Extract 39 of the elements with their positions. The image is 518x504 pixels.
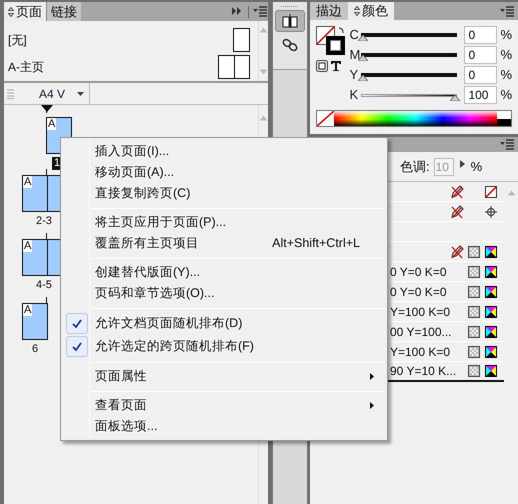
channel-label: C (349, 26, 360, 44)
panel-tab[interactable]: 页面 (4, 2, 46, 21)
panel-tab[interactable]: 描边 (310, 2, 348, 20)
value-field[interactable]: 0 (464, 66, 498, 84)
swatch-name: 0 Y=0 K=0 (390, 284, 446, 298)
menu-item[interactable]: 将主页应用于页面(P)... (61, 212, 387, 233)
page-size-dropdown[interactable]: A4 V (14, 83, 90, 104)
tint-label: 色调: (400, 158, 430, 176)
swatch-name: Y=100 K=0 (390, 344, 450, 358)
page-number: 2-3 (35, 215, 53, 228)
swatch-name: Y=100 K=0 (390, 304, 450, 318)
swatch-name: 0 Y=0 K=0 (390, 264, 446, 278)
page-thumbnail[interactable]: A (22, 303, 48, 340)
menu-shortcut: Alt+Shift+Ctrl+L (272, 235, 360, 252)
page-number: 6 (31, 343, 40, 356)
master-letter: A (23, 304, 32, 316)
value-field[interactable]: 0 (464, 46, 498, 64)
unit-label: % (500, 66, 512, 84)
master-item[interactable]: A-主页 (4, 53, 250, 80)
swatch-name: 90 Y=10 K... (390, 364, 456, 378)
unit-label: % (500, 86, 512, 104)
unit-label: % (470, 158, 482, 176)
value-field[interactable]: 100 (464, 86, 498, 104)
channel-label: Y (349, 66, 360, 84)
menu-item[interactable]: 面板选项... (61, 416, 387, 437)
unit-label: % (500, 46, 512, 64)
master-letter: A (23, 176, 32, 188)
channel-label: M (349, 46, 362, 64)
value-field[interactable]: 0 (464, 26, 498, 44)
menu-item[interactable]: 查看页面 (61, 395, 387, 416)
page-number: 4-5 (35, 279, 53, 292)
master-item[interactable]: [无] (4, 26, 250, 53)
channel-label: K (349, 86, 360, 104)
panel-tab[interactable]: 链接 (46, 2, 81, 21)
swatch-name: 00 Y=100... (390, 324, 452, 338)
master-letter: A (47, 118, 56, 130)
panel-tab[interactable]: 颜色 (348, 2, 394, 20)
master-letter: A (23, 240, 32, 252)
unit-label: % (500, 26, 512, 44)
